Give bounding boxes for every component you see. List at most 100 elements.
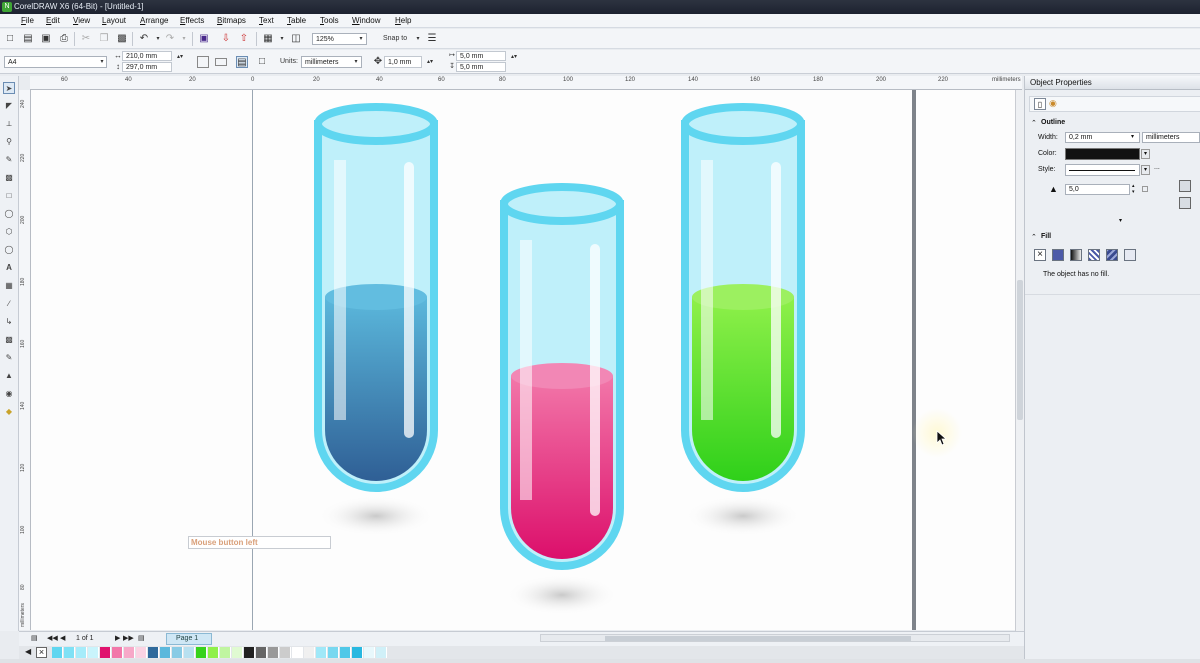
smart-fill-icon[interactable]: ▩ [3,172,15,184]
color-swatch[interactable] [52,647,63,658]
page-size-spinner[interactable]: ▴▾ [174,51,186,63]
table-tool-icon[interactable]: ▦ [3,280,15,292]
search-content-icon[interactable]: ▣ [198,33,210,45]
page-size-select[interactable]: A4 [4,56,107,68]
page-tab-1[interactable]: Page 1 [166,633,212,645]
undo-icon[interactable]: ↶ [138,33,150,45]
redo-icon[interactable]: ↷ [164,33,176,45]
print-icon[interactable]: ⎙ [58,33,70,45]
duplicate-distance-y-field[interactable]: 5,0 mm [456,62,506,72]
corner-style-icon[interactable] [1179,180,1191,192]
pick-tool-icon[interactable]: ➤ [3,82,15,94]
menu-edit[interactable]: Edit [46,14,60,28]
menu-tools[interactable]: Tools [320,14,339,28]
snap-to-button[interactable]: Snap to [383,33,407,45]
nudge-spinner[interactable]: ▴▾ [424,56,436,68]
color-swatch[interactable] [304,647,315,658]
copy-icon[interactable]: ❐ [98,33,110,45]
cut-icon[interactable]: ✂ [80,33,92,45]
eyedropper-icon[interactable]: ✎ [3,352,15,364]
menu-help[interactable]: Help [395,14,411,28]
color-swatch[interactable] [136,647,147,658]
duplicate-distance-x-field[interactable]: 5,0 mm [456,51,506,61]
polygon-tool-icon[interactable]: ⬡ [3,226,15,238]
color-swatch[interactable] [316,647,327,658]
color-swatch[interactable] [292,647,303,658]
application-launcher-icon[interactable]: ▦ [262,33,274,45]
color-swatch[interactable] [88,647,99,658]
miter-limit-field[interactable]: 5,0 [1065,184,1130,195]
color-swatch[interactable] [172,647,183,658]
outline-tab-icon[interactable]: ▯ [1034,98,1046,110]
zoom-dropdown-icon[interactable]: ▾ [355,33,367,45]
line-cap-icon[interactable] [1179,197,1191,209]
menu-window[interactable]: Window [352,14,380,28]
duplicate-spinner[interactable]: ▴▾ [508,51,520,63]
horizontal-scrollbar[interactable] [540,634,1010,642]
undo-dropdown-icon[interactable]: ▾ [152,33,164,45]
color-swatch[interactable] [232,647,243,658]
menu-effects[interactable]: Effects [180,14,204,28]
rectangle-tool-icon[interactable]: □ [3,190,15,202]
page-height-field[interactable]: 297,0 mm [122,62,172,72]
width-dropdown-icon[interactable]: ▾ [1131,133,1134,140]
page-size-dropdown-icon[interactable]: ▾ [96,56,108,68]
miter-spinner[interactable]: ▴ ▾ [1132,183,1135,195]
color-swatch[interactable] [64,647,75,658]
color-swatch[interactable] [76,647,87,658]
vertical-ruler[interactable]: 240 220 200 180 160 140 120 100 80 milli… [19,90,31,630]
collapse-outline-icon[interactable]: ⌃ [1031,119,1037,127]
import-icon[interactable]: ⇩ [220,33,232,45]
outline-color-picker[interactable] [1065,148,1140,160]
color-swatch[interactable] [352,647,363,658]
add-page-icon[interactable]: ▤ [138,632,145,646]
interactive-fill-icon[interactable]: ◆ [3,406,15,418]
page-options-icon[interactable]: ▤ [31,632,38,646]
outline-width-field[interactable]: 0,2 mm [1065,132,1140,143]
color-swatch[interactable] [220,647,231,658]
color-swatch[interactable] [340,647,351,658]
color-swatch[interactable] [112,647,123,658]
style-dropdown-icon[interactable]: ▾ [1141,165,1150,175]
new-document-icon[interactable]: □ [4,33,16,45]
horizontal-scroll-thumb[interactable] [605,636,911,641]
no-fill-button[interactable]: × [1034,249,1046,261]
expand-outline-options-icon[interactable]: ▾ [1119,217,1122,224]
menu-file[interactable]: File [21,14,34,28]
portrait-button[interactable] [197,56,209,68]
first-page-icon[interactable]: ◀◀ [47,632,58,646]
texture-fill-button[interactable] [1106,249,1118,261]
postscript-fill-button[interactable] [1124,249,1136,261]
color-swatch[interactable] [160,647,171,658]
outline-unit-select[interactable]: millimeters [1142,132,1200,143]
palette-scroll-left-icon[interactable]: ◀ [25,647,31,656]
menu-bitmaps[interactable]: Bitmaps [217,14,246,28]
nudge-distance-field[interactable]: 1,0 mm [384,56,422,68]
color-swatch[interactable] [100,647,111,658]
menu-layout[interactable]: Layout [102,14,126,28]
color-swatch[interactable] [280,647,291,658]
color-swatch[interactable] [184,647,195,658]
last-page-icon[interactable]: ▶▶ [123,632,134,646]
text-tool-icon[interactable]: A [3,262,15,274]
welcome-screen-icon[interactable]: ◫ [290,33,302,45]
vertical-scroll-thumb[interactable] [1017,280,1023,420]
drop-shadow-icon[interactable]: ▩ [3,334,15,346]
redo-dropdown-icon[interactable]: ▾ [178,33,190,45]
color-swatch[interactable] [196,647,207,658]
freehand-tool-icon[interactable]: ✎ [3,154,15,166]
horizontal-ruler[interactable]: 60 40 20 0 20 40 60 80 100 120 140 160 1… [30,76,1022,90]
previous-page-icon[interactable]: ◀ [60,632,65,646]
uniform-fill-button[interactable] [1052,249,1064,261]
crop-tool-icon[interactable]: ⟂ [3,118,15,130]
fountain-fill-button[interactable] [1070,249,1082,261]
export-icon[interactable]: ⇧ [238,33,250,45]
color-swatch[interactable] [376,647,387,658]
snap-to-dropdown-icon[interactable]: ▾ [412,33,424,45]
paste-icon[interactable]: ▩ [116,33,128,45]
launcher-dropdown-icon[interactable]: ▾ [276,33,288,45]
color-swatch[interactable] [208,647,219,658]
menu-text[interactable]: Text [259,14,274,28]
shape-tool-icon[interactable]: ◤ [3,100,15,112]
color-dropdown-icon[interactable]: ▾ [1141,149,1150,159]
